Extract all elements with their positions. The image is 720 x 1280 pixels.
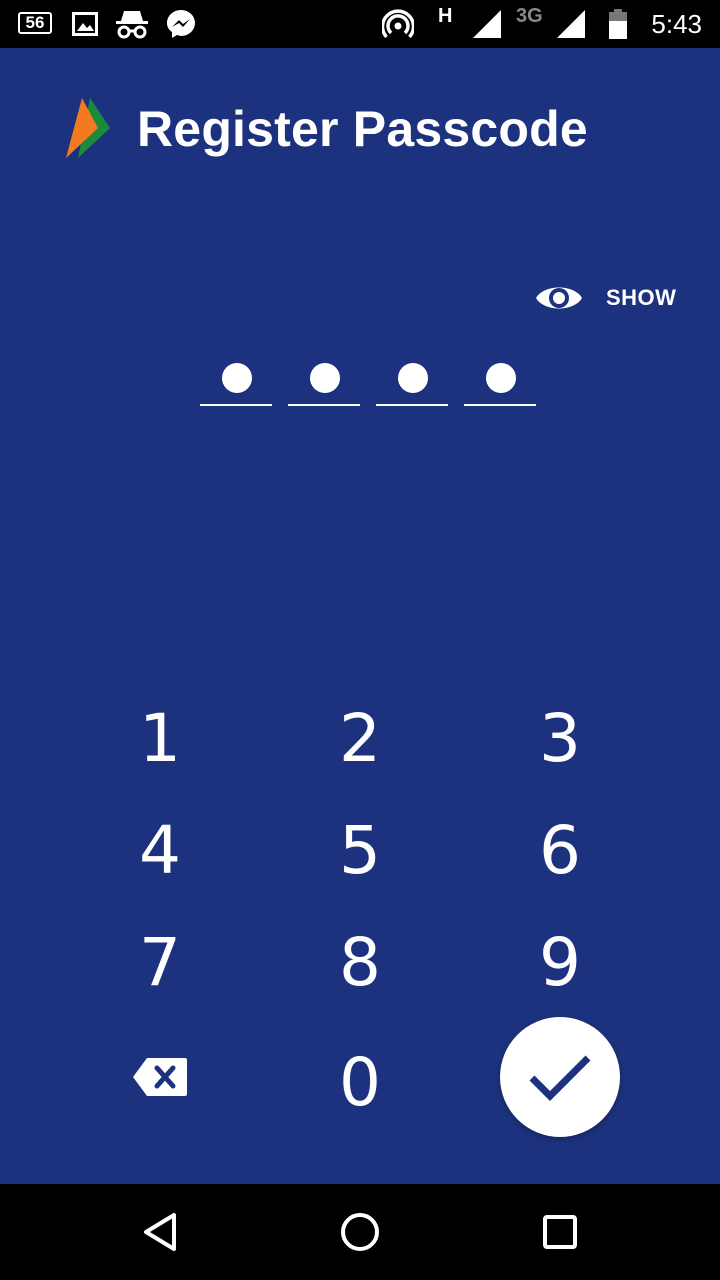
- check-icon: [529, 1055, 591, 1101]
- passcode-digit-slot: [200, 358, 272, 406]
- show-passcode-toggle[interactable]: SHOW: [534, 278, 676, 318]
- signal-icon: [470, 0, 504, 48]
- keypad-key-8[interactable]: 8: [280, 912, 440, 1012]
- keypad-key-5[interactable]: 5: [280, 800, 440, 900]
- passcode-dot: [310, 363, 340, 393]
- messenger-icon: [164, 0, 198, 48]
- keypad-key-7[interactable]: 7: [80, 912, 240, 1012]
- passcode-dot: [486, 363, 516, 393]
- recents-button[interactable]: [538, 1210, 582, 1254]
- passcode-digit-slot: [376, 358, 448, 406]
- home-circle-icon: [341, 1213, 379, 1251]
- network-type-h: H: [438, 5, 453, 27]
- hotspot-icon: [380, 0, 416, 48]
- incognito-icon: [112, 0, 152, 48]
- register-passcode-screen: Register Passcode SHOW 1 2 3 4 5 6 7 8 9…: [0, 48, 720, 1184]
- signal-icon: [554, 0, 588, 48]
- passcode-dot: [398, 363, 428, 393]
- image-icon: [70, 0, 100, 48]
- passcode-digit-slot: [464, 358, 536, 406]
- battery-icon: [606, 0, 630, 48]
- recents-square-icon: [543, 1215, 577, 1249]
- passcode-digit-slot: [288, 358, 360, 406]
- show-label: SHOW: [606, 285, 677, 310]
- network-type-3g: 3G: [516, 5, 543, 27]
- backspace-button[interactable]: [131, 1056, 189, 1098]
- clock: 5:43: [651, 9, 702, 39]
- keypad-key-1[interactable]: 1: [80, 688, 240, 788]
- backspace-icon: [133, 1058, 187, 1096]
- keypad-key-2[interactable]: 2: [280, 688, 440, 788]
- bhim-logo-icon: [64, 96, 112, 160]
- back-triangle-icon: [144, 1213, 176, 1251]
- notification-count-badge: 56: [18, 12, 52, 34]
- status-bar: 56 H 3G 5:43: [0, 0, 720, 48]
- back-button[interactable]: [138, 1210, 182, 1254]
- submit-passcode-button[interactable]: [500, 1017, 620, 1137]
- keypad-key-3[interactable]: 3: [480, 688, 640, 788]
- passcode-dot: [222, 363, 252, 393]
- keypad-key-6[interactable]: 6: [480, 800, 640, 900]
- keypad-key-0[interactable]: 0: [280, 1032, 440, 1132]
- eye-icon: [536, 287, 582, 309]
- system-nav-bar: [0, 1184, 720, 1280]
- keypad-key-4[interactable]: 4: [80, 800, 240, 900]
- page-title: Register Passcode: [137, 101, 588, 157]
- keypad-key-9[interactable]: 9: [480, 912, 640, 1012]
- home-button[interactable]: [338, 1210, 382, 1254]
